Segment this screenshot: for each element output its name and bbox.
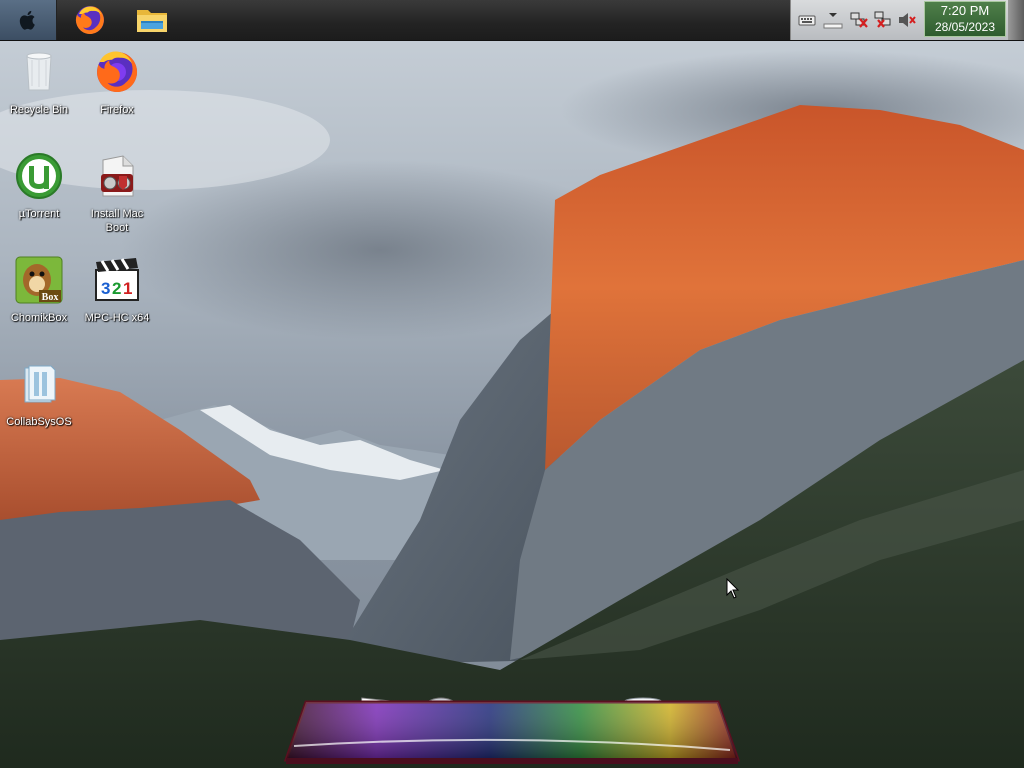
- chomikbox-icon: Box: [15, 256, 63, 304]
- desktop-icon-firefox[interactable]: Firefox: [78, 48, 156, 117]
- clock-time: 7:20 PM: [940, 3, 990, 18]
- recycle-bin-icon: [26, 52, 52, 91]
- svg-text:Box: Box: [42, 292, 59, 303]
- svg-text:2: 2: [112, 279, 121, 298]
- folder-icon: [137, 10, 167, 32]
- taskbar-explorer-button[interactable]: [124, 0, 180, 40]
- desktop-icon-label: CollabSysOS: [6, 416, 72, 428]
- taskbar-firefox-button[interactable]: [62, 0, 118, 40]
- desktop-icon-mpc-hc[interactable]: 3 2 1 MPC-HC x64: [78, 256, 156, 325]
- svg-text:1: 1: [123, 279, 132, 298]
- show-desktop-button[interactable]: [1008, 0, 1024, 40]
- desktop-icon-label: Install Mac Boot: [90, 208, 144, 234]
- desktop-icon-chomikbox[interactable]: Box ChomikBox: [0, 256, 78, 325]
- installer-icon: [101, 155, 134, 197]
- mouse-cursor-icon: [726, 578, 740, 599]
- keyboard-icon[interactable]: [797, 10, 817, 30]
- taskbar-clock[interactable]: 7:20 PM 28/05/2023: [924, 1, 1006, 37]
- firefox-icon: [75, 6, 104, 34]
- dock: [283, 700, 741, 764]
- desktop-icon-label: ChomikBox: [10, 312, 68, 324]
- desktop-icon-label: MPC-HC x64: [84, 312, 150, 324]
- firefox-icon: [97, 51, 138, 92]
- collabsysos-icon: [24, 365, 56, 403]
- start-button[interactable]: [0, 0, 57, 40]
- svg-text:3: 3: [101, 279, 110, 298]
- volume-slider-icon[interactable]: [823, 10, 843, 30]
- desktop-icon-label: µTorrent: [18, 208, 60, 220]
- taskbar: 7:20 PM 28/05/2023: [0, 0, 1024, 41]
- speaker-muted-icon[interactable]: [897, 10, 917, 30]
- desktop-icon-recycle-bin[interactable]: Recycle Bin: [0, 48, 78, 117]
- desktop-icon-label: Recycle Bin: [9, 104, 69, 116]
- desktop-icon-utorrent[interactable]: µTorrent: [0, 152, 78, 221]
- network-error-icon[interactable]: [873, 10, 893, 30]
- mpc-hc-icon: 3 2 1: [95, 258, 139, 301]
- network-disconnected-icon[interactable]: [849, 10, 869, 30]
- desktop-icon-label: Firefox: [100, 104, 134, 116]
- clock-date: 28/05/2023: [934, 20, 996, 34]
- utorrent-icon: [16, 153, 62, 199]
- desktop-icon-collabsysos[interactable]: CollabSysOS: [0, 360, 78, 429]
- desktop-icon-install-mac-boot[interactable]: Install Mac Boot: [78, 152, 156, 235]
- apple-logo-icon: [19, 10, 35, 30]
